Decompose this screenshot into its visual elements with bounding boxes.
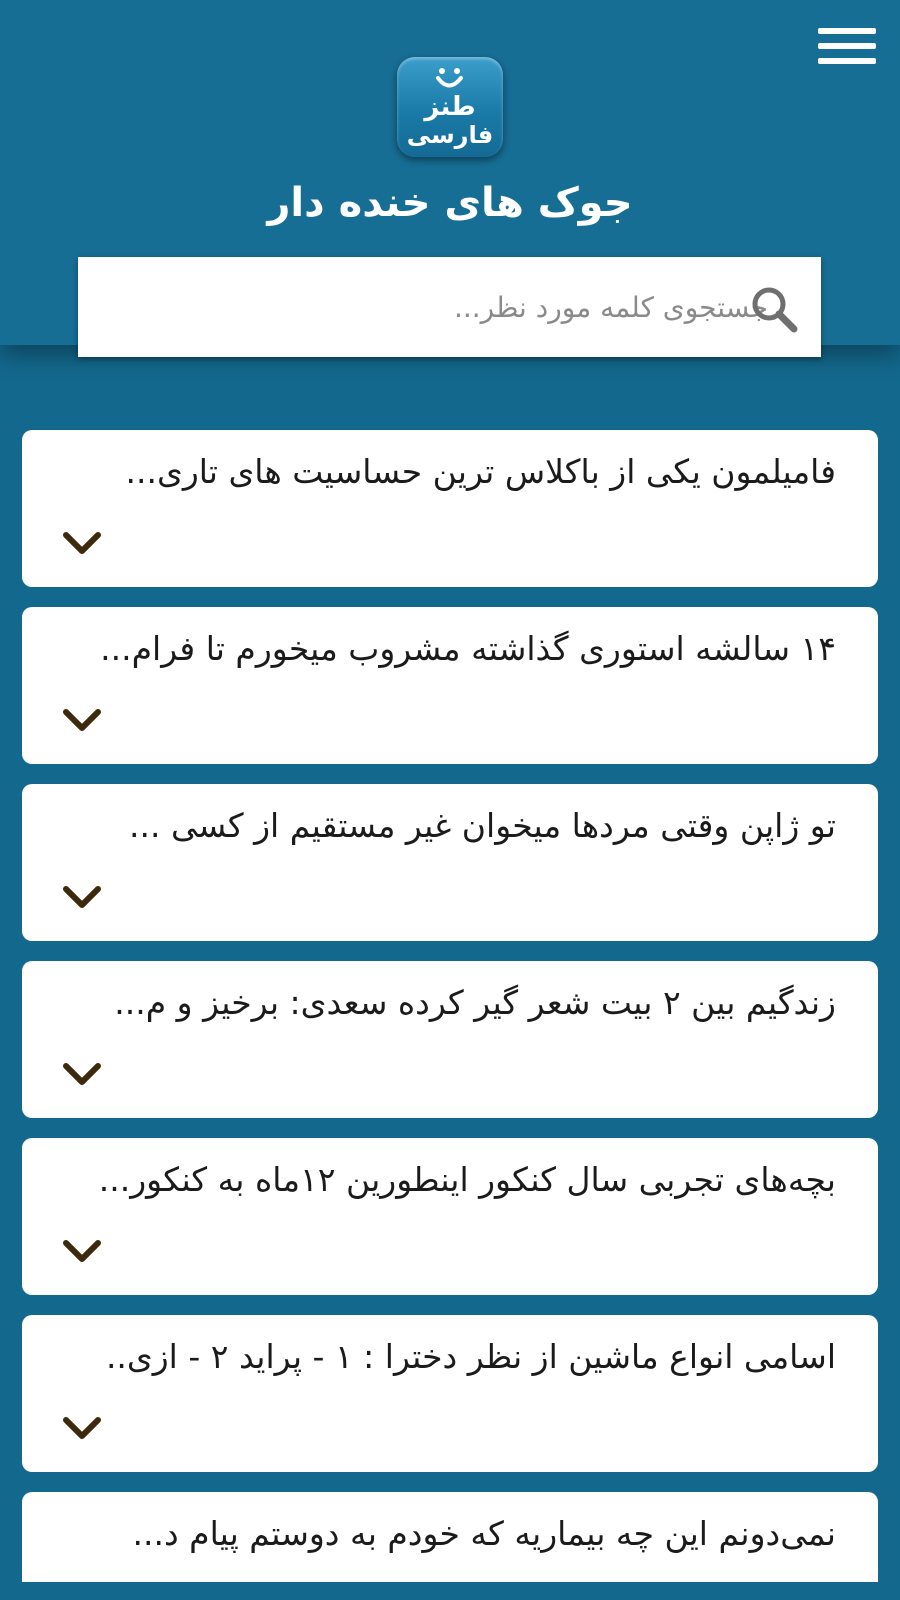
app-logo: طنز فارسی [397, 57, 503, 157]
joke-card[interactable]: نمی‌دونم این چه بیماریه که خودم به دوستم… [22, 1492, 878, 1582]
search-icon[interactable] [748, 283, 800, 335]
joke-card[interactable]: فامیلمون یکی از باکلاس ترین حساسیت های ت… [22, 430, 878, 587]
joke-preview: اسامی انواع ماشین از نظر دخترا : ۱ - پرا… [105, 1337, 836, 1376]
chevron-down-icon[interactable] [62, 1061, 102, 1089]
joke-preview: زندگیم بین ۲ بیت شعر گیر کرده سعدی: برخی… [114, 983, 836, 1022]
chevron-down-icon[interactable] [62, 1238, 102, 1266]
joke-list: فامیلمون یکی از باکلاس ترین حساسیت های ت… [22, 430, 878, 1582]
joke-preview: نمی‌دونم این چه بیماریه که خودم به دوستم… [132, 1514, 836, 1553]
joke-card[interactable]: زندگیم بین ۲ بیت شعر گیر کرده سعدی: برخی… [22, 961, 878, 1118]
joke-card[interactable]: بچه‌های تجربی سال کنکور اینطورین ۱۲ماه ب… [22, 1138, 878, 1295]
logo-text-bottom: فارسی [407, 121, 493, 149]
joke-card[interactable]: تو ژاپن وقتی مردها میخوان غیر مستقیم از … [22, 784, 878, 941]
chevron-down-icon[interactable] [62, 1415, 102, 1443]
chevron-down-icon[interactable] [62, 707, 102, 735]
chevron-down-icon[interactable] [62, 530, 102, 558]
logo-text-top: طنز [422, 92, 475, 122]
app-header: طنز فارسی جوک های خنده دار [0, 0, 900, 357]
joke-preview: ۱۴ سالشه استوری گذاشته مشروب میخورم تا ف… [100, 629, 836, 668]
page-title: جوک های خنده دار [267, 180, 633, 226]
search-box [78, 257, 821, 357]
joke-preview: بچه‌های تجربی سال کنکور اینطورین ۱۲ماه ب… [98, 1160, 836, 1199]
joke-card[interactable]: ۱۴ سالشه استوری گذاشته مشروب میخورم تا ف… [22, 607, 878, 764]
search-input[interactable] [98, 277, 768, 337]
chevron-down-icon[interactable] [62, 884, 102, 912]
hamburger-menu-icon[interactable] [818, 28, 876, 64]
joke-card[interactable]: اسامی انواع ماشین از نظر دخترا : ۱ - پرا… [22, 1315, 878, 1472]
joke-preview: فامیلمون یکی از باکلاس ترین حساسیت های ت… [125, 452, 836, 491]
joke-preview: تو ژاپن وقتی مردها میخوان غیر مستقیم از … [129, 806, 836, 845]
